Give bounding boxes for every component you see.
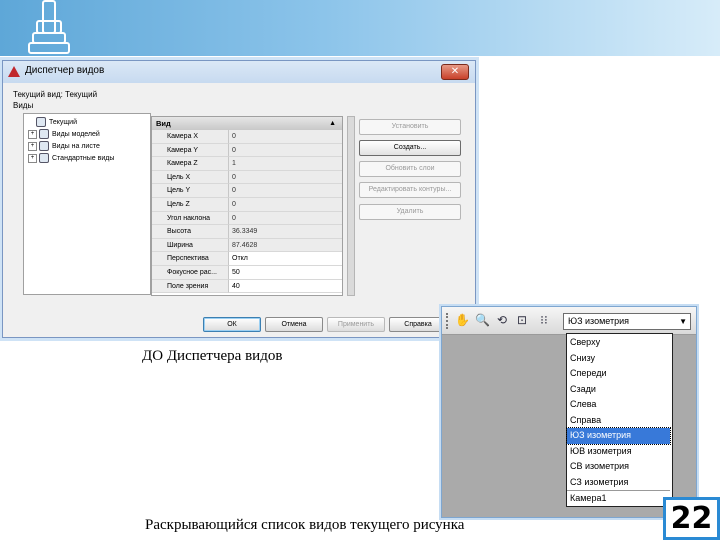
- slide-header-band: [0, 0, 720, 56]
- close-button[interactable]: ✕: [441, 64, 469, 80]
- property-value[interactable]: 40: [229, 279, 342, 294]
- zoom-window-icon[interactable]: ⊡: [515, 313, 529, 327]
- property-name: Камера Y: [152, 143, 229, 158]
- property-row[interactable]: Камера Z1: [152, 157, 342, 171]
- dropdown-option[interactable]: ЮЗ изометрия: [566, 427, 671, 445]
- views-tree[interactable]: Текущий + Виды моделей + Виды на листе + Ст…: [23, 113, 151, 295]
- property-name: Перспектива: [152, 252, 229, 266]
- expand-icon[interactable]: +: [28, 129, 37, 139]
- property-name: Ширина: [152, 238, 229, 253]
- dropdown-option[interactable]: ЮВ изометрия: [567, 444, 670, 460]
- cancel-button[interactable]: Отмена: [265, 317, 323, 332]
- property-value[interactable]: 0: [229, 130, 342, 144]
- tree-item-layout-views[interactable]: + Виды на листе: [28, 141, 100, 152]
- page-number: 22: [663, 497, 720, 540]
- toolbar-grip-handle[interactable]: [446, 313, 451, 329]
- property-value[interactable]: 0: [229, 211, 342, 226]
- property-row[interactable]: Цель Z0: [152, 198, 342, 212]
- property-name: Цель Z: [152, 198, 229, 212]
- dropdown-option[interactable]: СВ изометрия: [567, 459, 670, 475]
- view-toolbar-panel: ✋ 🔍 ⟲ ⊡ ⁝⁝ ЮЗ изометрия ▼ Сверху Снизу Спе…: [441, 306, 697, 518]
- update-layers-button[interactable]: Обновить слои: [359, 161, 461, 177]
- property-value[interactable]: 50: [229, 266, 342, 280]
- property-value[interactable]: 1: [229, 157, 342, 171]
- tree-item-model-views[interactable]: + Виды моделей: [28, 129, 100, 140]
- layout-views-icon: [39, 141, 49, 152]
- dropdown-option[interactable]: Сверху: [567, 335, 670, 351]
- view-dropdown-list: Сверху Снизу Спереди Сзади Слева Справа ЮЗ изо…: [566, 333, 673, 507]
- property-row[interactable]: Камера Y0: [152, 143, 342, 158]
- dropdown-option[interactable]: СЗ изометрия: [567, 475, 670, 491]
- preset-views-icon: [39, 153, 49, 164]
- magnifier-view-icon: [36, 117, 46, 128]
- pan-hand-icon[interactable]: ✋: [455, 313, 470, 327]
- walk-icon[interactable]: ⁝⁝: [537, 313, 551, 327]
- view-properties-grid: Вид ▲ Камера X 0 Камера Y 0 Камера Z 1 Цель X0…: [151, 116, 343, 296]
- orbit-icon[interactable]: ⟲: [495, 313, 509, 327]
- property-name: Поле зрения: [152, 279, 229, 294]
- property-value[interactable]: 0: [229, 170, 342, 185]
- property-name: Фокусное рас...: [152, 266, 229, 280]
- property-name: Цель Y: [152, 184, 229, 198]
- property-value[interactable]: 0: [229, 143, 342, 158]
- dropdown-option[interactable]: Спереди: [567, 366, 670, 382]
- dropdown-option[interactable]: Сзади: [567, 382, 670, 398]
- property-row[interactable]: Фокусное рас... 50: [152, 266, 342, 280]
- zoom-icon[interactable]: 🔍: [475, 313, 490, 327]
- property-row[interactable]: Высота 36.3349: [152, 225, 342, 239]
- property-row[interactable]: Цель X0: [152, 170, 342, 185]
- property-name: Высота: [152, 225, 229, 239]
- property-value[interactable]: 0: [229, 198, 342, 212]
- views-group-label: Виды: [13, 101, 34, 110]
- caption-before-view-manager: ДО Диспетчера видов: [142, 348, 283, 364]
- dropdown-option[interactable]: Камера1: [567, 490, 670, 506]
- view-manager-dialog: Диспетчер видов ✕ Текущий вид: Текущий В…: [2, 60, 476, 338]
- collapse-icon[interactable]: ▲: [329, 117, 336, 130]
- apply-button[interactable]: Применить: [327, 317, 385, 332]
- property-row[interactable]: Ширина 87.4628: [152, 238, 342, 253]
- expand-icon[interactable]: +: [28, 141, 37, 151]
- current-view-label: Текущий вид: Текущий: [13, 90, 98, 99]
- property-value[interactable]: 36.3349: [229, 225, 342, 239]
- ok-button[interactable]: ОК: [203, 317, 261, 332]
- chevron-down-icon[interactable]: ▼: [679, 314, 687, 329]
- dialog-title: Диспетчер видов: [25, 65, 105, 76]
- property-name: Камера X: [152, 130, 229, 144]
- view-select-combo[interactable]: ЮЗ изометрия ▼: [563, 313, 691, 330]
- caption-view-list: Раскрывающийся список видов текущего рис…: [145, 517, 465, 533]
- property-row[interactable]: Цель Y0: [152, 184, 342, 198]
- property-name: Камера Z: [152, 157, 229, 171]
- model-views-icon: [39, 129, 49, 140]
- property-value[interactable]: 0: [229, 184, 342, 198]
- tree-item-current[interactable]: Текущий: [36, 117, 77, 128]
- property-row[interactable]: Перспектива Откл: [152, 252, 342, 266]
- slide-logo-icon: [28, 0, 80, 56]
- property-value[interactable]: 87.4628: [229, 238, 342, 253]
- property-name: Цель X: [152, 170, 229, 185]
- dialog-titlebar[interactable]: Диспетчер видов ✕: [3, 61, 475, 83]
- dropdown-option[interactable]: Справа: [567, 413, 670, 429]
- dropdown-option[interactable]: Снизу: [567, 351, 670, 367]
- view-toolbar: ✋ 🔍 ⟲ ⊡ ⁝⁝ ЮЗ изометрия ▼: [442, 307, 696, 335]
- property-value[interactable]: Откл: [229, 252, 342, 266]
- tree-item-preset-views[interactable]: + Стандартные виды: [28, 153, 114, 164]
- property-row[interactable]: Угол наклона 0: [152, 211, 342, 226]
- dropdown-option[interactable]: Слева: [567, 397, 670, 413]
- expand-icon[interactable]: +: [28, 153, 37, 163]
- set-current-button[interactable]: Установить: [359, 119, 461, 135]
- autocad-app-icon: [8, 66, 20, 77]
- property-row[interactable]: Камера X0: [152, 130, 342, 144]
- property-row[interactable]: Поле зрения 40: [152, 279, 342, 294]
- properties-scrollbar[interactable]: [347, 116, 355, 296]
- property-name: Угол наклона: [152, 211, 229, 226]
- edit-boundaries-button[interactable]: Редактировать контуры...: [359, 182, 461, 198]
- delete-button[interactable]: Удалить: [359, 204, 461, 220]
- properties-header[interactable]: Вид ▲: [152, 117, 342, 130]
- help-button[interactable]: Справка: [389, 317, 447, 332]
- new-view-button[interactable]: Создать...: [359, 140, 461, 156]
